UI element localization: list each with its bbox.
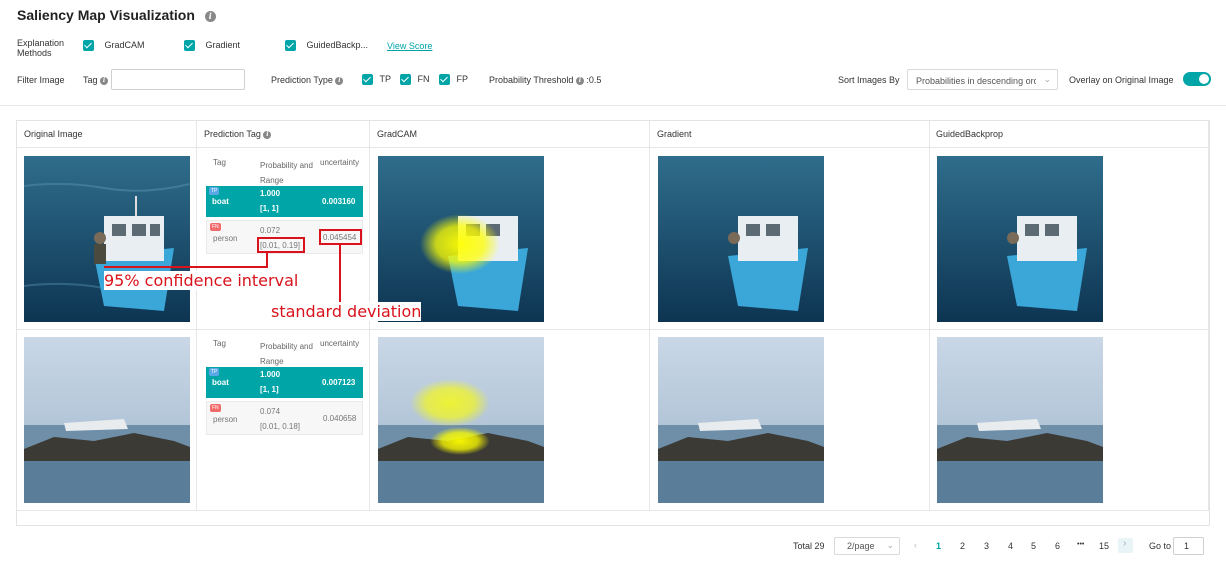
view-score-link[interactable]: View Score	[387, 41, 432, 51]
tag-row-tp: TP boat 1.000 [1, 1] 0.003160	[206, 186, 363, 217]
gradcam-image-boat[interactable]	[378, 156, 544, 322]
goto-label: Go to	[1149, 541, 1172, 551]
chevron-down-icon: ⌄	[886, 540, 894, 550]
checkbox-checked-icon[interactable]	[184, 40, 195, 52]
page-ellipsis[interactable]: •••	[1077, 541, 1084, 548]
method-checkbox-guidedbackprop[interactable]: GuidedBackp...	[285, 40, 368, 52]
header-gradient: Gradient	[657, 129, 692, 139]
fn-badge-icon: FN	[210, 404, 221, 412]
filter-image-label: Filter Image	[17, 75, 65, 85]
tag-input[interactable]	[111, 69, 245, 90]
tag-header-uncertainty: uncertainty	[320, 158, 360, 167]
tag-row-fn: FN person 0.074 [0.01, 0.18] 0.040658	[206, 401, 363, 435]
overlay-toggle[interactable]	[1183, 72, 1211, 86]
guidedbackprop-image-ship[interactable]	[937, 337, 1103, 503]
page-2[interactable]: 2	[960, 541, 965, 551]
original-image-ship[interactable]	[24, 337, 190, 503]
col-divider	[196, 120, 197, 510]
col-divider	[1208, 120, 1209, 510]
header-gradcam: GradCAM	[377, 129, 418, 139]
probability-threshold: Probability Threshold i :0.5	[489, 75, 602, 85]
header-prediction-tag: Prediction Tag i	[204, 129, 272, 139]
checkbox-checked-icon[interactable]	[285, 40, 296, 52]
type-checkbox-tp[interactable]: TP	[362, 74, 391, 86]
tag-header-uncertainty: uncertainty	[320, 339, 360, 348]
ci-leader-line	[266, 253, 268, 267]
type-checkbox-fn[interactable]: FN	[400, 74, 430, 86]
sort-label: Sort Images By	[838, 75, 900, 85]
page-6[interactable]: 6	[1055, 541, 1060, 551]
info-icon[interactable]: i	[100, 76, 109, 85]
page-4[interactable]: 4	[1008, 541, 1013, 551]
info-icon[interactable]: i	[263, 130, 272, 139]
next-page-button[interactable]: ›	[1118, 538, 1133, 553]
checkbox-checked-icon[interactable]	[439, 74, 450, 86]
info-icon[interactable]: i	[204, 10, 216, 22]
type-checkbox-fp[interactable]: FP	[439, 74, 468, 86]
overlay-label: Overlay on Original Image	[1069, 75, 1174, 85]
fn-badge-icon: FN	[210, 223, 221, 231]
info-icon[interactable]: i	[335, 76, 344, 85]
sort-select[interactable]: Probabilities in descending order ⌄	[907, 69, 1058, 90]
methods-label: Explanation Methods	[17, 38, 65, 58]
method-checkbox-gradcam[interactable]: GradCAM	[83, 40, 145, 52]
tag-header-tag: Tag	[213, 158, 226, 167]
prev-page-icon[interactable]: ‹	[914, 540, 917, 550]
page-3[interactable]: 3	[984, 541, 989, 551]
ci-leader-line	[104, 266, 268, 268]
row-divider	[16, 510, 1210, 511]
gradient-image-boat[interactable]	[658, 156, 824, 322]
info-icon[interactable]: i	[575, 76, 584, 85]
ci-highlight-box	[257, 237, 305, 253]
checkbox-checked-icon[interactable]	[400, 74, 411, 86]
chevron-right-icon: ›	[1123, 538, 1127, 549]
checkbox-checked-icon[interactable]	[83, 40, 94, 52]
total-count: Total 29	[793, 541, 825, 551]
header-original-image: Original Image	[24, 129, 83, 139]
header-guidedbackprop: GuidedBackprop	[936, 129, 1004, 139]
sd-leader-line	[339, 245, 341, 302]
tag-label: Tag i	[83, 75, 109, 85]
prediction-type-label: Prediction Type i	[271, 75, 344, 85]
page-1[interactable]: 1	[936, 541, 941, 551]
tag-header-tag: Tag	[213, 339, 226, 348]
page-15[interactable]: 15	[1099, 541, 1109, 551]
sd-highlight-box	[319, 229, 362, 245]
tp-badge-icon: TP	[209, 187, 220, 195]
tag-header-prob: Probability and Range	[260, 161, 313, 185]
tp-badge-icon: TP	[209, 368, 220, 376]
page-size-select[interactable]: 2/page ⌄	[834, 537, 900, 555]
col-divider	[929, 120, 930, 510]
gradient-image-ship[interactable]	[658, 337, 824, 503]
guidedbackprop-image-boat[interactable]	[937, 156, 1103, 322]
page-title: Saliency Map Visualization i	[17, 7, 216, 23]
threshold-value: :0.5	[586, 75, 602, 85]
page-5[interactable]: 5	[1031, 541, 1036, 551]
sd-annotation: standard deviation	[271, 302, 422, 321]
tag-row-tp: TP boat 1.000 [1, 1] 0.007123	[206, 367, 363, 398]
col-divider	[649, 120, 650, 510]
tag-header-prob: Probability and Range	[260, 342, 313, 366]
chevron-down-icon: ⌄	[1043, 74, 1051, 84]
method-checkbox-gradient[interactable]: Gradient	[184, 40, 240, 52]
original-image-boat[interactable]	[24, 156, 190, 322]
ci-annotation: 95% confidence interval	[104, 271, 299, 290]
divider	[0, 105, 1226, 106]
goto-page-input[interactable]: 1	[1173, 537, 1204, 555]
gradcam-image-ship[interactable]	[378, 337, 544, 503]
checkbox-checked-icon[interactable]	[362, 74, 373, 86]
